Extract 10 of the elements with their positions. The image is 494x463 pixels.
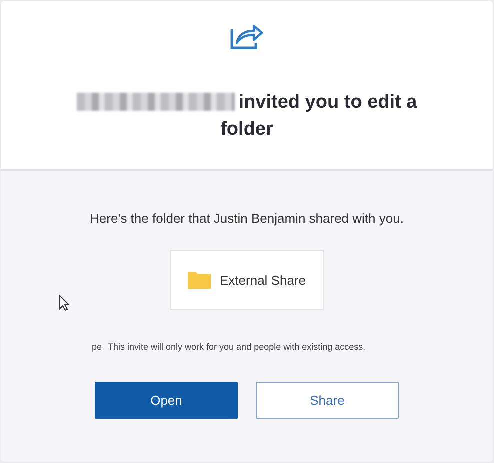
folder-icon bbox=[188, 271, 211, 289]
share-button[interactable]: Share bbox=[256, 382, 399, 419]
folder-name: External Share bbox=[220, 272, 306, 288]
shared-folder-message: Here's the folder that Justin Benjamin shared with you. bbox=[90, 211, 404, 226]
pointer-icon bbox=[59, 295, 70, 311]
invite-heading: invited you to edit a folder bbox=[220, 92, 418, 140]
note-fragment: pe bbox=[92, 342, 102, 352]
folder-card[interactable]: External Share bbox=[170, 250, 324, 310]
open-button[interactable]: Open bbox=[95, 382, 238, 419]
access-note: This invite will only work for you and people with existing access. bbox=[108, 342, 366, 352]
